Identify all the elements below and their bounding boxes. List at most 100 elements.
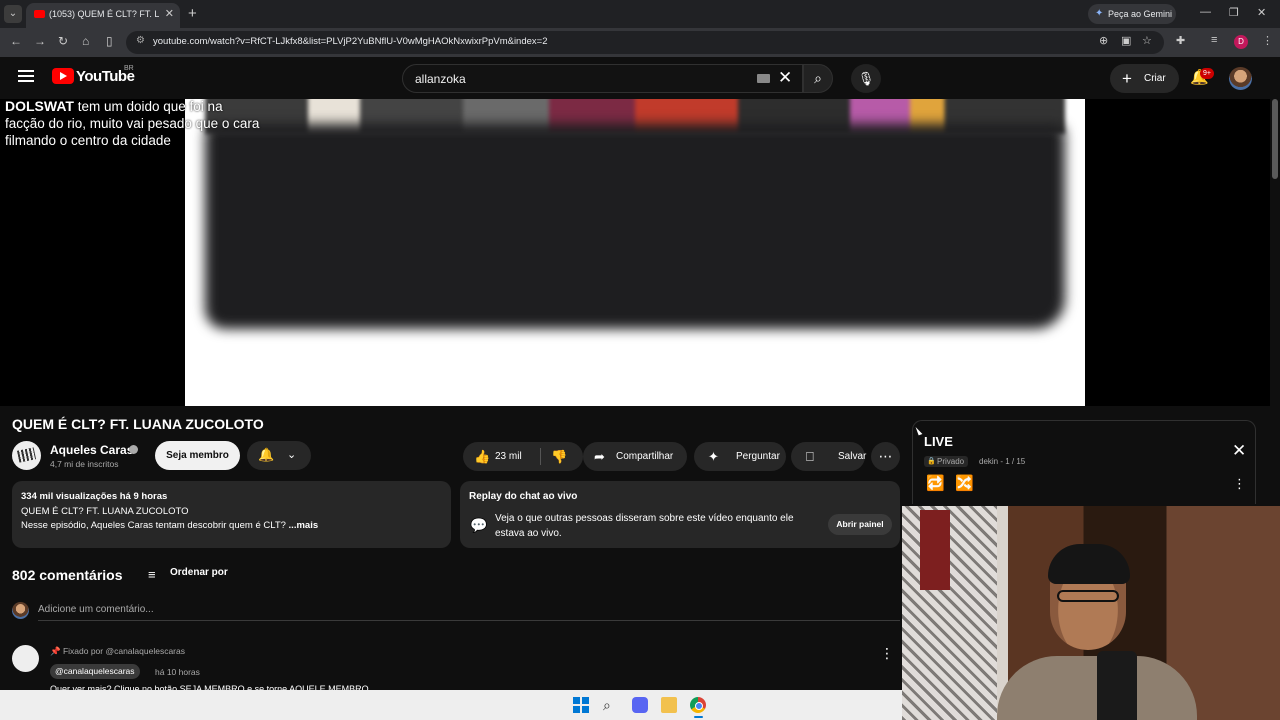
window-close-icon[interactable]: ✕ <box>1257 6 1266 19</box>
add-comment-input[interactable]: Adicione um comentário... <box>38 604 900 621</box>
show-more-link[interactable]: ...mais <box>289 520 319 531</box>
channel-avatar[interactable] <box>12 441 41 470</box>
youtube-favicon-icon <box>34 10 45 18</box>
comment-author-avatar[interactable] <box>12 645 39 672</box>
verified-icon <box>129 445 138 454</box>
pinned-by: Fixado por @canalaquelescaras <box>62 646 185 656</box>
save-label: Salvar <box>838 451 867 462</box>
description-box[interactable]: 334 mil visualizações há 9 horas QUEM É … <box>12 481 451 548</box>
video-frame[interactable] <box>185 99 1085 406</box>
shuffle-icon[interactable]: 🔀 <box>955 474 974 492</box>
bookmark-icon: ⎕ <box>806 449 814 464</box>
ask-button[interactable]: ✦ Perguntar <box>694 442 786 471</box>
share-button[interactable]: ➦ Compartilhar <box>583 442 687 471</box>
save-button[interactable]: ⎕ Salvar <box>791 442 867 471</box>
browser-toolbar: ← → ↻ ⌂ ▯ ⚙ youtube.com/watch?v=RfCT-LJk… <box>0 28 1280 57</box>
sort-label: Ordenar por <box>170 567 228 578</box>
live-chat-replay-box: Replay do chat ao vivo 💬 Veja o que outr… <box>460 481 900 548</box>
description-line-1: QUEM É CLT? FT. LUANA ZUCOLOTO <box>21 505 189 517</box>
youtube-header: YouTube BR allanzoka ✕ ⌕ 🎙 + Criar 🔔 9+ <box>0 57 1280 99</box>
back-icon[interactable]: ← <box>10 34 22 48</box>
voice-search-mic-icon[interactable]: 🎙 <box>851 64 881 93</box>
share-label: Compartilhar <box>616 451 674 462</box>
join-membership-button[interactable]: Seja membro <box>155 441 240 470</box>
windows-start-icon[interactable] <box>573 697 589 713</box>
framed-jersey <box>920 510 950 590</box>
browser-tab[interactable]: (1053) QUEM É CLT? FT. LUANA ✕ <box>26 3 180 28</box>
site-info-icon[interactable]: ⚙ <box>136 35 145 46</box>
search-button[interactable]: ⌕ <box>803 64 833 93</box>
playlist-title[interactable]: LIVE <box>924 434 953 449</box>
keyboard-icon[interactable] <box>757 74 770 83</box>
channel-name[interactable]: Aqueles Caras <box>50 443 133 457</box>
comment-author-handle[interactable]: @canalaquelescaras <box>50 664 140 679</box>
view-stats: 334 mil visualizações há 9 horas <box>21 491 168 502</box>
streamer-glasses <box>1057 590 1119 602</box>
pinned-label: 📌 Fixado por @canalaquelescaras <box>50 646 185 656</box>
open-panel-button[interactable]: Abrir painel <box>828 514 892 535</box>
sort-icon: ≡ <box>148 567 156 582</box>
chevron-down-icon: ⌄ <box>287 449 297 461</box>
video-table <box>205 124 1065 329</box>
taskbar-search-icon[interactable]: ⌕ <box>603 697 619 713</box>
create-button[interactable]: + Criar <box>1110 64 1179 93</box>
chat-overlay-message: DOLSWAT tem um doido que foi na facção d… <box>5 98 265 149</box>
close-playlist-icon[interactable]: ✕ <box>1232 441 1246 461</box>
loop-icon[interactable]: 🔁 <box>926 474 945 492</box>
gemini-label: Peça ao Gemini <box>1108 9 1173 19</box>
bell-icon: 🔔 <box>258 447 275 462</box>
playlist-meta: dekin - 1 / 15 <box>979 457 1026 466</box>
more-actions-button[interactable]: ⋯ <box>871 442 900 471</box>
youtube-logo-icon[interactable] <box>52 68 74 84</box>
address-bar[interactable]: ⚙ youtube.com/watch?v=RfCT-LJkfx8&list=P… <box>126 31 1164 54</box>
windows-taskbar: ⌕ <box>0 690 902 720</box>
browser-menu-icon[interactable]: ⋮ <box>1262 34 1273 47</box>
tab-close-icon[interactable]: ✕ <box>165 7 174 20</box>
ask-label: Perguntar <box>736 451 780 462</box>
gemini-button[interactable]: ✦ Peça ao Gemini <box>1088 4 1176 24</box>
comment-time[interactable]: há 10 horas <box>155 667 200 677</box>
thumbs-up-icon[interactable]: 👍 <box>474 442 490 471</box>
playlist-menu-icon[interactable]: ⋮ <box>1233 476 1246 492</box>
sparkle-icon: ✦ <box>708 449 719 464</box>
sidebar-icon[interactable]: ▯ <box>106 34 113 48</box>
tab-title: (1053) QUEM É CLT? FT. LUANA <box>49 9 159 19</box>
extensions-icon[interactable]: ✚ <box>1176 34 1185 47</box>
chat-bubble-icon: 💬 <box>470 517 488 533</box>
subscribed-notifications-button[interactable]: 🔔 ⌄ <box>247 441 311 470</box>
my-avatar <box>12 602 29 619</box>
comment-menu-icon[interactable]: ⋮ <box>880 645 894 662</box>
clear-search-icon[interactable]: ✕ <box>778 68 792 88</box>
active-app-indicator <box>694 716 703 718</box>
bookmark-star-icon[interactable]: ☆ <box>1142 34 1152 47</box>
tab-search-icon[interactable]: ⌄ <box>4 5 22 23</box>
maximize-icon[interactable]: ❐ <box>1229 6 1239 19</box>
search-input[interactable]: allanzoka ✕ <box>402 64 803 93</box>
webcam-overlay <box>902 506 1280 720</box>
video-title: QUEM É CLT? FT. LUANA ZUCOLOTO <box>12 416 264 432</box>
subscriber-count: 4,7 mi de inscritos <box>50 459 119 469</box>
url-text: youtube.com/watch?v=RfCT-LJkfx8&list=PLV… <box>153 36 548 47</box>
discord-icon[interactable] <box>632 697 648 713</box>
scrollbar-thumb[interactable] <box>1272 99 1278 179</box>
profile-avatar[interactable]: D <box>1234 35 1248 49</box>
new-tab-icon[interactable]: + <box>188 5 197 22</box>
zoom-icon[interactable]: ⊕ <box>1099 34 1108 47</box>
forward-icon[interactable]: → <box>34 34 46 48</box>
file-explorer-icon[interactable] <box>661 697 677 713</box>
home-icon[interactable]: ⌂ <box>82 34 89 48</box>
gemini-icon: ✦ <box>1095 8 1104 19</box>
create-label: Criar <box>1144 73 1166 84</box>
minimize-icon[interactable]: — <box>1200 6 1211 18</box>
thumbs-down-icon[interactable]: 👎 <box>551 442 567 471</box>
plus-icon: + <box>1122 69 1132 88</box>
reload-icon[interactable]: ↻ <box>58 34 68 48</box>
hamburger-menu-icon[interactable] <box>18 70 34 82</box>
cast-icon[interactable]: ▣ <box>1121 34 1131 47</box>
search-query: allanzoka <box>415 72 466 86</box>
account-avatar[interactable] <box>1229 67 1252 90</box>
media-controls-icon[interactable]: ≡ <box>1211 34 1217 46</box>
like-dislike-segment[interactable]: 👍 23 mil 👎 <box>463 442 583 471</box>
chrome-icon[interactable] <box>690 697 706 713</box>
replay-description: Veja o que outras pessoas disseram sobre… <box>495 513 794 539</box>
